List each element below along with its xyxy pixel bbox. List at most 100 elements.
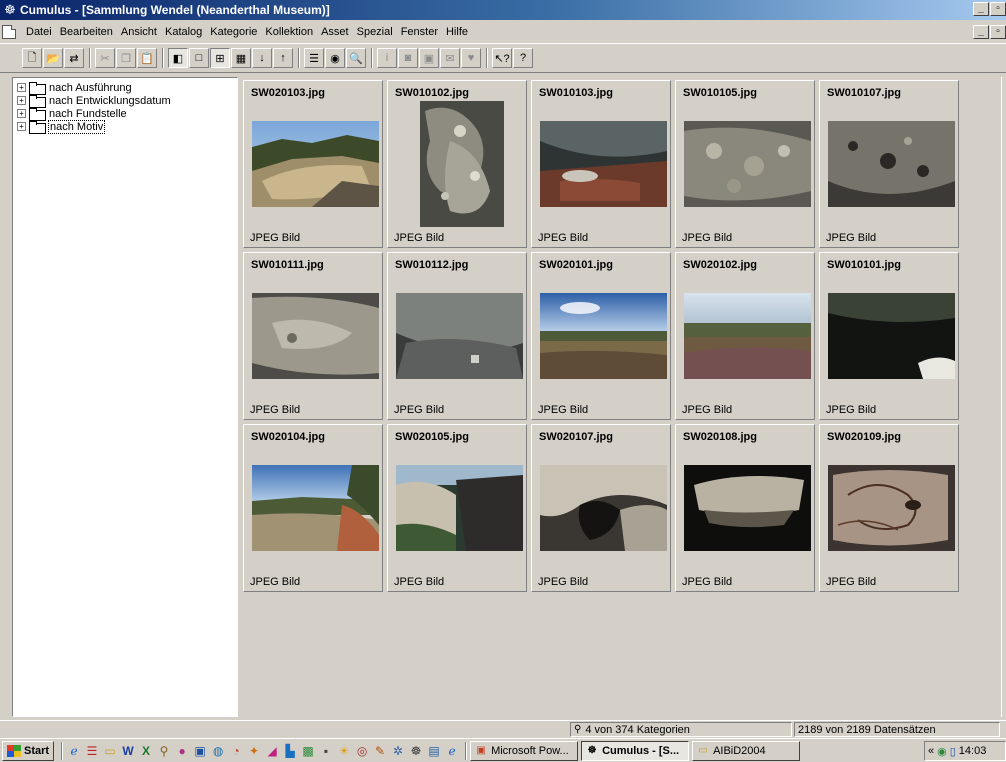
thumbnail-view-icon[interactable]: ⊞ — [210, 48, 230, 68]
asset-tile[interactable]: SW020103.jpg JPEG Bild — [243, 80, 383, 248]
vertical-scrollbar[interactable] — [1001, 77, 1006, 717]
asset-filename: SW010107.jpg — [827, 87, 901, 99]
mail-icon[interactable]: ✉ — [440, 48, 460, 68]
document-icon[interactable] — [2, 25, 16, 39]
asset-tile[interactable]: SW020104.jpg JPEG Bild — [243, 424, 383, 592]
clock[interactable]: 14:03 — [959, 745, 987, 757]
disc-icon[interactable]: ◎ — [354, 743, 370, 759]
tree-item-motiv[interactable]: + nach Motiv — [17, 119, 233, 134]
word-icon[interactable]: W — [120, 743, 136, 759]
expand-icon[interactable]: + — [17, 109, 26, 118]
tree-item-ausfuehrung[interactable]: + nach Ausführung — [17, 81, 233, 95]
menu-icon[interactable]: ☰ — [84, 743, 100, 759]
monitor-icon[interactable]: ▤ — [426, 743, 442, 759]
menu-spezial[interactable]: Spezial — [353, 26, 397, 38]
detail-view-icon[interactable]: ▦ — [231, 48, 251, 68]
tree-view-icon[interactable]: ◧ — [168, 48, 188, 68]
menu-hilfe[interactable]: Hilfe — [442, 26, 472, 38]
folder-icon[interactable]: ▭ — [102, 743, 118, 759]
asset-tile[interactable]: SW010102.jpg JPEG Bild — [387, 80, 527, 248]
menu-kategorie[interactable]: Kategorie — [206, 26, 261, 38]
task-aibid[interactable]: ▭ AIBiD2004 — [692, 740, 801, 761]
help-icon[interactable]: ? — [513, 48, 533, 68]
presentation-icon[interactable]: ▣ — [192, 743, 208, 759]
doc-restore-button[interactable]: ▫ — [990, 25, 1006, 39]
image-icon[interactable]: ▩ — [300, 743, 316, 759]
picture-icon[interactable]: ▪ — [318, 743, 334, 759]
chart-icon[interactable]: ▙ — [282, 743, 298, 759]
folder-icon — [29, 108, 46, 121]
find-icon[interactable]: 🔍 — [346, 48, 366, 68]
palette-icon[interactable]: ● — [174, 743, 190, 759]
battery-tray-icon[interactable]: ▯ — [950, 745, 956, 758]
cumulus-icon[interactable]: ☸ — [408, 743, 424, 759]
asset-tile[interactable]: SW010111.jpg JPEG Bild — [243, 252, 383, 420]
copy-icon[interactable]: ❐ — [116, 48, 136, 68]
single-view-icon[interactable]: □ — [189, 48, 209, 68]
asset-tile[interactable]: SW010103.jpg JPEG Bild — [531, 80, 671, 248]
camera-icon[interactable]: ◙ — [398, 48, 418, 68]
doc-minimize-button[interactable]: _ — [973, 25, 989, 39]
network-tray-icon[interactable]: ◉ — [937, 745, 947, 758]
sort-desc-icon[interactable]: ↑ — [273, 48, 293, 68]
asset-thumbnail — [828, 293, 955, 379]
info-icon[interactable]: i — [377, 48, 397, 68]
excel-icon[interactable]: X — [138, 743, 154, 759]
asset-tile[interactable]: SW010107.jpg JPEG Bild — [819, 80, 959, 248]
asset-tile[interactable]: SW020101.jpg JPEG Bild — [531, 252, 671, 420]
expand-icon[interactable]: + — [17, 122, 26, 131]
search-icon[interactable]: ⚲ — [156, 743, 172, 759]
context-help-icon[interactable]: ↖? — [492, 48, 512, 68]
asset-thumbnail — [420, 101, 504, 227]
new-icon[interactable]: 🗋 — [22, 48, 42, 68]
ie-icon-2[interactable]: ℯ — [444, 743, 460, 759]
menu-asset[interactable]: Asset — [317, 26, 353, 38]
paint-icon[interactable]: ✎ — [372, 743, 388, 759]
asset-tile[interactable]: SW020102.jpg JPEG Bild — [675, 252, 815, 420]
tray-expand[interactable]: « — [928, 745, 934, 757]
start-button[interactable]: Start — [2, 740, 55, 761]
menu-bearbeiten[interactable]: Bearbeiten — [56, 26, 117, 38]
asset-tile[interactable]: SW010112.jpg JPEG Bild — [387, 252, 527, 420]
open-icon[interactable]: 📂 — [43, 48, 63, 68]
restore-button[interactable]: ▫ — [990, 2, 1006, 16]
expand-icon[interactable]: + — [17, 83, 26, 92]
asset-tile[interactable]: SW010101.jpg JPEG Bild — [819, 252, 959, 420]
menu-kollektion[interactable]: Kollektion — [261, 26, 317, 38]
tree-item-entwicklungsdatum[interactable]: + nach Entwicklungsdatum — [17, 94, 233, 108]
paste-icon[interactable]: 📋 — [137, 48, 157, 68]
task-powerpoint[interactable]: ▣ Microsoft Pow... — [470, 740, 579, 761]
shield-icon[interactable]: ♥ — [461, 48, 481, 68]
task-cumulus[interactable]: ☸ Cumulus - [S... — [581, 740, 690, 761]
menu-datei[interactable]: Datei — [22, 26, 56, 38]
category-tree[interactable]: + nach Ausführung + nach Entwicklungsdat… — [12, 77, 238, 717]
menu-ansicht[interactable]: Ansicht — [117, 26, 161, 38]
dial-icon[interactable]: ◔ — [228, 743, 244, 759]
asset-filename: SW010101.jpg — [827, 259, 901, 271]
cumulus-app-icon[interactable]: ☸ — [2, 2, 18, 18]
ie-icon[interactable]: ℯ — [66, 743, 82, 759]
asset-tile[interactable]: SW020108.jpg JPEG Bild — [675, 424, 815, 592]
rainbow-icon[interactable]: ◢ — [264, 743, 280, 759]
preview-icon[interactable]: ◉ — [325, 48, 345, 68]
tree-item-fundstelle[interactable]: + nach Fundstelle — [17, 107, 233, 121]
cut-icon[interactable]: ✂ — [95, 48, 115, 68]
minimize-button[interactable]: _ — [973, 2, 989, 16]
pin-icon[interactable]: ✦ — [246, 743, 262, 759]
title-bar[interactable]: ☸ Cumulus - [Sammlung Wendel (Neandertha… — [0, 0, 1006, 20]
menu-katalog[interactable]: Katalog — [161, 26, 206, 38]
sync-icon[interactable]: ⇄ — [64, 48, 84, 68]
record-list-icon[interactable]: ☰ — [304, 48, 324, 68]
asset-tile[interactable]: SW020107.jpg JPEG Bild — [531, 424, 671, 592]
globe-icon[interactable]: ◍ — [210, 743, 226, 759]
print-icon[interactable]: ▣ — [419, 48, 439, 68]
sort-asc-icon[interactable]: ↓ — [252, 48, 272, 68]
asset-type: JPEG Bild — [538, 404, 589, 416]
network-icon[interactable]: ✲ — [390, 743, 406, 759]
asset-tile[interactable]: SW020109.jpg JPEG Bild — [819, 424, 959, 592]
asset-tile[interactable]: SW010105.jpg JPEG Bild — [675, 80, 815, 248]
sun-icon[interactable]: ☀ — [336, 743, 352, 759]
menu-fenster[interactable]: Fenster — [397, 26, 442, 38]
asset-tile[interactable]: SW020105.jpg JPEG Bild — [387, 424, 527, 592]
expand-icon[interactable]: + — [17, 96, 26, 105]
